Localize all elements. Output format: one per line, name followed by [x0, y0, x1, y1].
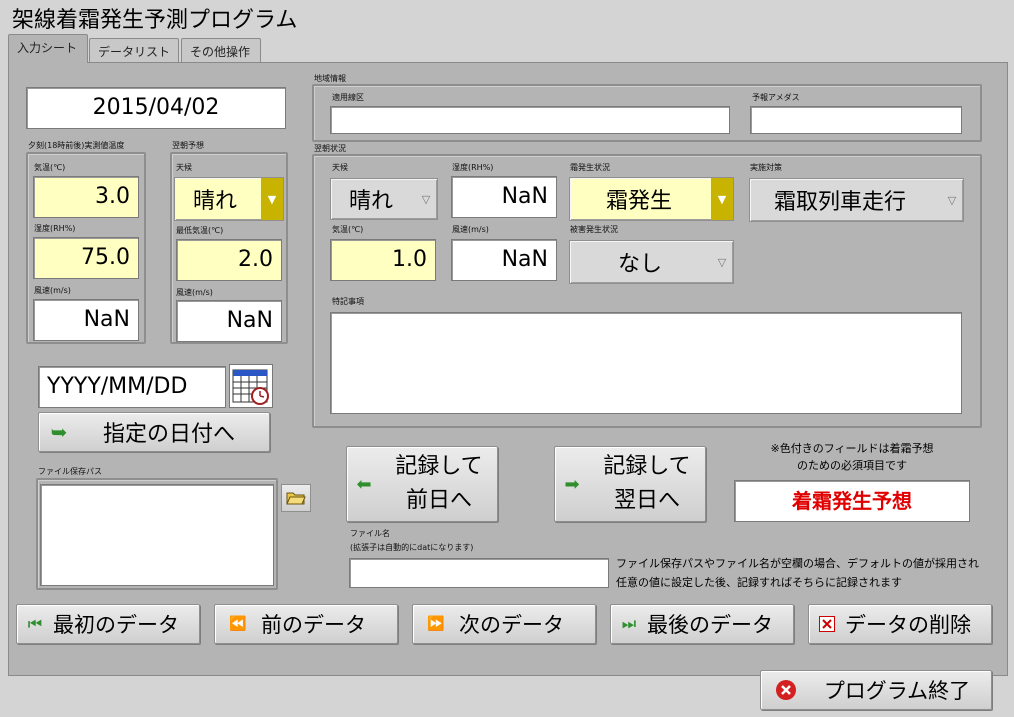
morning-section-label: 翌朝状況 — [314, 144, 346, 153]
record-next-line2: 翌日へ — [613, 488, 680, 513]
predict-result[interactable]: 着霜発生予想 — [734, 480, 970, 522]
morning-humidity-input[interactable]: NaN — [451, 176, 557, 218]
tab-other-operations[interactable]: その他操作 — [181, 38, 261, 62]
close-icon — [761, 679, 811, 701]
frost-status-label: 霜発生状況 — [570, 163, 610, 172]
evening-humidity-input[interactable]: 75.0 — [33, 237, 139, 279]
forecast-section-label: 翌朝予想 — [172, 141, 204, 150]
exit-program-button[interactable]: プログラム終了 — [760, 670, 992, 710]
required-note-line1: ※色付きのフィールドは着霜予想 — [770, 442, 934, 455]
info-text-line1: ファイル保存パスやファイル名が空欄の場合、デフォルトの値が採用され — [616, 557, 979, 570]
evening-temp-label: 気温(℃) — [34, 163, 66, 172]
app-title: 架線着霜発生予測プログラム — [12, 8, 298, 33]
morning-wind-input[interactable]: NaN — [451, 239, 557, 281]
line-section-input[interactable] — [330, 106, 730, 134]
first-data-button[interactable]: ⏮ 最初のデータ — [16, 604, 200, 644]
next-data-label: 次のデータ — [459, 613, 564, 637]
chevron-down-icon: ▽ — [717, 255, 727, 269]
arrow-left-icon: ⬅ — [356, 473, 372, 495]
record-next-line1: 記録して — [603, 454, 691, 479]
region-section-label: 地域情報 — [314, 74, 346, 83]
measure-label: 実施対策 — [750, 163, 782, 172]
chevron-down-icon: ▼ — [261, 178, 283, 220]
forecast-min-temp-label: 最低気温(℃) — [176, 226, 224, 235]
prev-data-label: 前のデータ — [261, 613, 366, 637]
record-prev-button[interactable]: ⬅ 記録して 前日へ — [346, 446, 498, 522]
damage-status-label: 被害発生状況 — [570, 225, 618, 234]
amedas-label: 予報アメダス — [752, 93, 800, 102]
prev-data-button[interactable]: ⏪ 前のデータ — [214, 604, 398, 644]
tab-input-sheet[interactable]: 入力シート — [8, 34, 88, 63]
forecast-weather-select[interactable]: 晴れ ▼ — [174, 177, 284, 221]
date-input[interactable]: YYYY/MM/DD — [38, 366, 226, 408]
file-name-label: ファイル名 — [350, 529, 390, 538]
record-prev-line2: 前日へ — [405, 488, 472, 513]
forecast-wind-input[interactable]: NaN — [176, 300, 282, 342]
chevron-down-icon: ▼ — [711, 178, 733, 220]
file-name-sublabel: (拡張子は自動的にdatになります) — [350, 543, 474, 552]
delete-data-button[interactable]: データの削除 — [808, 604, 992, 644]
forecast-weather-value: 晴れ — [193, 189, 238, 214]
frost-status-value: 霜発生 — [606, 189, 673, 214]
arrow-right-icon: ➡ — [564, 473, 580, 495]
line-section-label: 適用線区 — [332, 93, 364, 102]
evening-temp-input[interactable]: 3.0 — [33, 176, 139, 218]
forecast-weather-label: 天候 — [176, 163, 192, 172]
evening-wind-input[interactable]: NaN — [33, 299, 139, 341]
chevron-down-icon: ▽ — [947, 193, 957, 207]
first-data-label: 最初のデータ — [53, 613, 179, 637]
calendar-icon[interactable] — [229, 364, 273, 408]
skip-first-icon: ⏮ — [27, 614, 43, 633]
chevron-down-icon: ▽ — [421, 192, 431, 206]
last-data-button[interactable]: ⏭ 最後のデータ — [610, 604, 794, 644]
delete-data-label: データの削除 — [845, 613, 971, 637]
record-prev-line1: 記録して — [395, 454, 483, 479]
last-data-label: 最後のデータ — [647, 613, 773, 637]
folder-open-icon[interactable] — [281, 484, 311, 512]
notes-input[interactable] — [330, 312, 962, 414]
morning-temp-input[interactable]: 1.0 — [330, 239, 436, 281]
arrow-curve-icon: ➥ — [50, 420, 68, 444]
morning-weather-label: 天候 — [332, 163, 348, 172]
file-path-input[interactable] — [40, 484, 274, 586]
morning-weather-value: 晴れ — [349, 189, 394, 214]
next-data-button[interactable]: ⏩ 次のデータ — [412, 604, 596, 644]
amedas-input[interactable] — [750, 106, 962, 134]
morning-weather-select[interactable]: 晴れ ▽ — [330, 178, 438, 220]
frost-status-select[interactable]: 霜発生 ▼ — [569, 177, 734, 221]
notes-label: 特記事項 — [332, 297, 364, 306]
date-display: 2015/04/02 — [26, 87, 286, 129]
skip-last-icon: ⏭ — [621, 614, 637, 633]
info-text-line2: 任意の値に設定した後、記録すればそちらに記録されます — [616, 576, 902, 589]
delete-icon — [809, 616, 845, 632]
measure-value: 霜取列車走行 — [774, 190, 907, 215]
forecast-min-temp-input[interactable]: 2.0 — [176, 239, 282, 281]
morning-wind-label: 風速(m/s) — [452, 225, 489, 234]
morning-humidity-label: 湿度(RH%) — [452, 163, 494, 172]
file-path-label: ファイル保存パス — [38, 467, 102, 476]
forecast-wind-label: 風速(m/s) — [176, 288, 213, 297]
damage-status-select[interactable]: なし ▽ — [569, 240, 734, 284]
tab-data-list[interactable]: データリスト — [89, 38, 179, 62]
file-name-input[interactable] — [349, 558, 609, 588]
required-note-line2: のための必須項目です — [797, 459, 907, 472]
damage-status-value: なし — [618, 252, 663, 277]
evening-section-label: 夕刻(18時前後)実測値温度 — [28, 141, 125, 150]
goto-date-label: 指定の日付へ — [102, 422, 235, 447]
measure-select[interactable]: 霜取列車走行 ▽ — [749, 178, 964, 222]
evening-wind-label: 風速(m/s) — [34, 286, 71, 295]
record-next-button[interactable]: ➡ 記録して 翌日へ — [554, 446, 706, 522]
morning-temp-label: 気温(℃) — [332, 225, 364, 234]
evening-humidity-label: 湿度(RH%) — [34, 224, 76, 233]
rewind-icon: ⏪ — [229, 616, 247, 632]
goto-date-button[interactable]: ➥ 指定の日付へ — [38, 412, 270, 452]
exit-program-label: プログラム終了 — [823, 679, 971, 703]
fast-forward-icon: ⏩ — [427, 616, 445, 632]
